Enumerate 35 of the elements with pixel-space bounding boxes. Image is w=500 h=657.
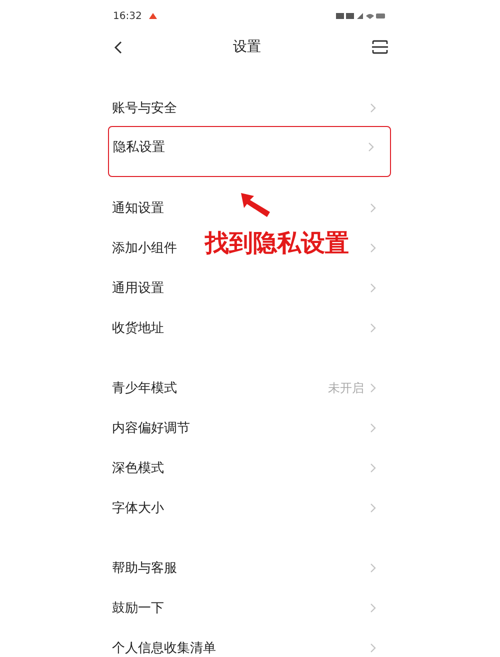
chevron-icon (370, 103, 376, 113)
status-icons (336, 12, 386, 20)
scan-icon[interactable] (372, 40, 388, 54)
chevron-icon (370, 323, 376, 333)
row-label[interactable]: 帮助与客服 (112, 559, 177, 577)
row-label[interactable]: 深色模式 (112, 459, 164, 477)
row-label[interactable]: 通用设置 (112, 279, 164, 297)
arrow-drawing (240, 192, 272, 218)
chevron-icon (370, 383, 376, 393)
row-label[interactable]: 青少年模式 (112, 379, 177, 397)
row-label[interactable]: 添加小组件 (112, 239, 177, 257)
status-time: 16:32 (113, 10, 142, 22)
chevron-icon (370, 643, 376, 653)
row-label[interactable]: 内容偏好调节 (112, 419, 190, 437)
row-label[interactable]: 鼓励一下 (112, 599, 164, 617)
row-label[interactable]: 字体大小 (112, 499, 164, 517)
row-value: 未开启 (328, 380, 364, 396)
row-label[interactable]: 通知设置 (112, 199, 164, 217)
row-label[interactable]: 个人信息收集清单 (112, 639, 216, 657)
annotation-text: 找到隐私设置 (205, 228, 349, 259)
chevron-icon (370, 283, 376, 293)
page-title: 设置 (233, 38, 261, 56)
chevron-icon (370, 423, 376, 433)
row-label[interactable]: 收货地址 (112, 319, 164, 337)
chevron-icon (370, 243, 376, 253)
row-label[interactable]: 账号与安全 (112, 99, 177, 117)
chevron-icon (370, 463, 376, 473)
chevron-icon (368, 142, 374, 152)
notification-icon (148, 12, 158, 20)
chevron-icon (370, 603, 376, 613)
chevron-icon (370, 563, 376, 573)
row-label[interactable]: 隐私设置 (113, 138, 165, 156)
back-icon[interactable] (114, 40, 122, 54)
chevron-icon (370, 503, 376, 513)
chevron-icon (370, 203, 376, 213)
